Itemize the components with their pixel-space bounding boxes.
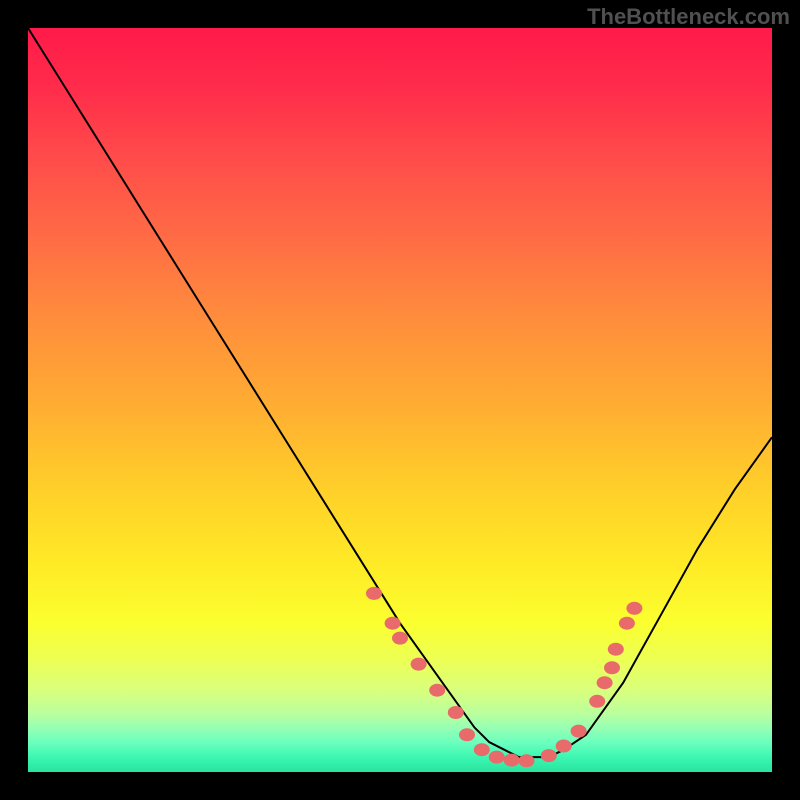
curve-marker <box>519 754 535 767</box>
curve-marker <box>626 602 642 615</box>
curve-marker <box>459 728 475 741</box>
chart-svg <box>28 28 772 772</box>
watermark-text: TheBottleneck.com <box>587 4 790 30</box>
curve-marker <box>608 643 624 656</box>
curve-marker <box>429 684 445 697</box>
curve-marker <box>385 617 401 630</box>
curve-marker <box>474 743 490 756</box>
curve-marker <box>541 749 557 762</box>
curve-markers <box>366 587 642 767</box>
curve-marker <box>619 617 635 630</box>
curve-marker <box>448 706 464 719</box>
curve-marker <box>366 587 382 600</box>
bottleneck-curve-line <box>28 28 772 757</box>
curve-marker <box>504 754 520 767</box>
chart-plot-area <box>28 28 772 772</box>
curve-marker <box>489 751 505 764</box>
curve-marker <box>571 725 587 738</box>
curve-marker <box>411 658 427 671</box>
curve-marker <box>604 661 620 674</box>
curve-marker <box>589 695 605 708</box>
curve-marker <box>597 676 613 689</box>
curve-marker <box>556 740 572 753</box>
curve-marker <box>392 632 408 645</box>
